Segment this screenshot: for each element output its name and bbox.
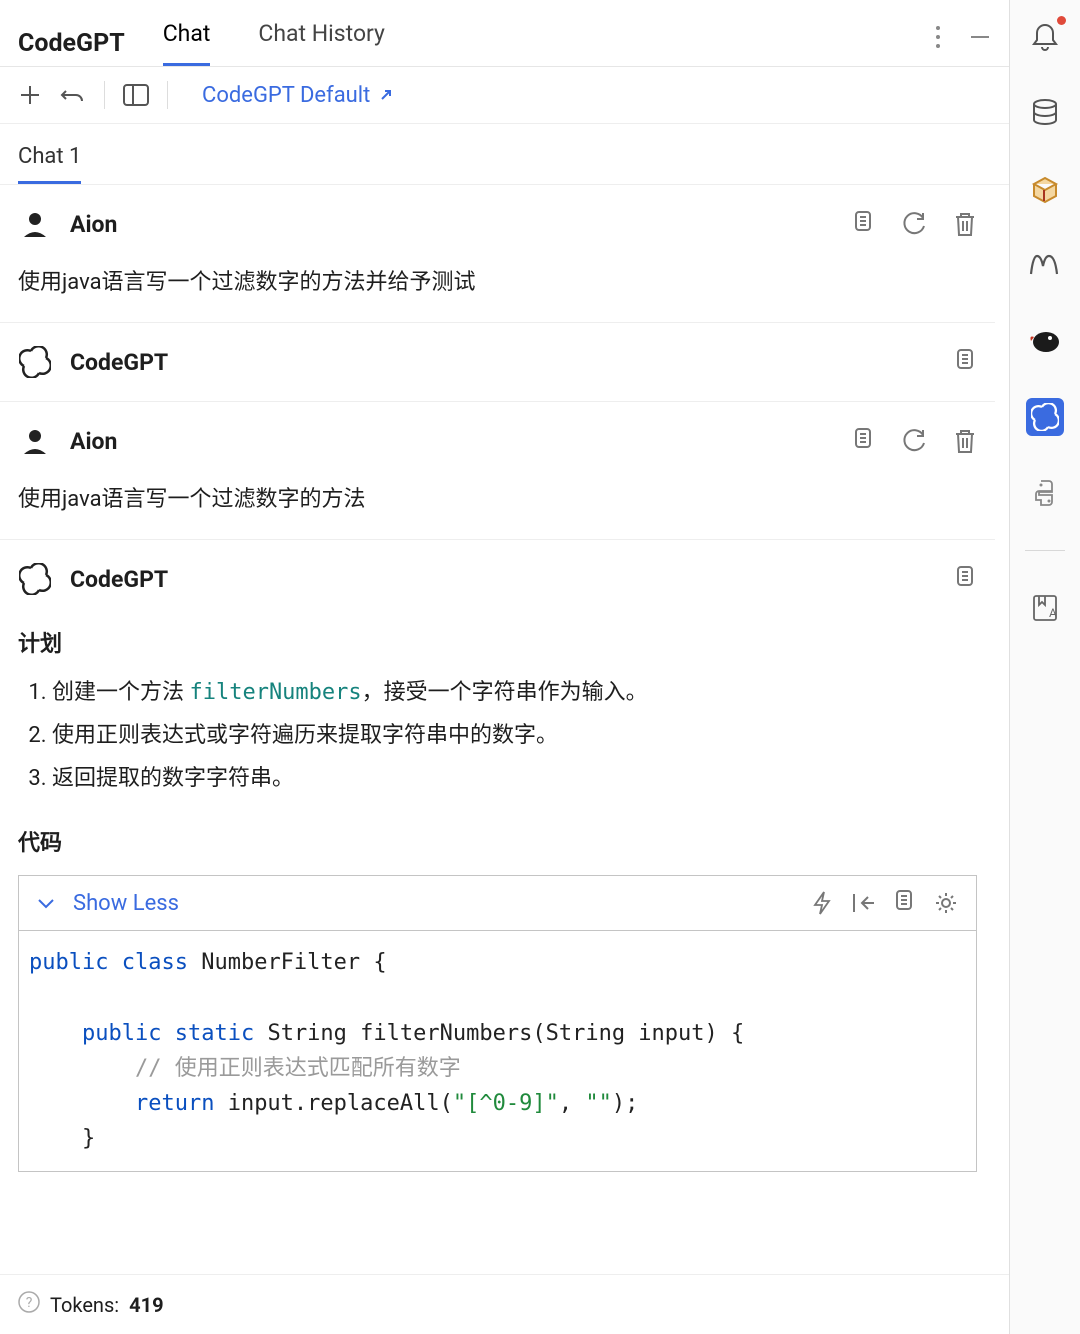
delete-icon[interactable] — [953, 211, 977, 237]
notifications-icon[interactable] — [1026, 18, 1064, 56]
assistant-avatar-icon — [18, 345, 52, 379]
message-text: 使用java语言写一个过滤数字的方法 — [18, 482, 977, 517]
message-author: CodeGPT — [70, 349, 935, 376]
user-message: Aion 使用java语言写一个过滤数字的方法并给予测试 — [0, 185, 995, 323]
toolbar: CodeGPT Default — [0, 67, 1009, 124]
copy-icon[interactable] — [953, 349, 977, 375]
user-avatar-icon — [18, 207, 52, 241]
main-panel: CodeGPT Chat Chat History CodeGPT Defaul — [0, 0, 1010, 1334]
external-link-icon — [378, 87, 394, 103]
code-toolbar: Show Less — [19, 876, 976, 931]
box-icon[interactable] — [1026, 170, 1064, 208]
svg-text:A: A — [1049, 606, 1057, 620]
copy-code-icon[interactable] — [892, 890, 916, 916]
bookmark-icon[interactable]: A — [1026, 589, 1064, 627]
tokens-label: Tokens: — [50, 1293, 119, 1317]
token-footer: ? Tokens: 419 — [0, 1274, 1009, 1334]
new-chat-icon[interactable] — [18, 83, 42, 107]
top-header: CodeGPT Chat Chat History — [0, 0, 1009, 67]
assistant-message: CodeGPT — [0, 323, 995, 402]
code-heading: 代码 — [18, 825, 977, 857]
bolt-icon[interactable] — [812, 891, 832, 915]
list-item: 创建一个方法 filterNumbers，接受一个字符串作为输入。 — [52, 676, 977, 709]
m-icon[interactable] — [1026, 246, 1064, 284]
list-item: 返回提取的数字字符串。 — [52, 762, 977, 795]
top-tabs: Chat Chat History — [163, 20, 935, 66]
panel-icon[interactable] — [123, 84, 149, 106]
minimize-icon[interactable] — [969, 26, 991, 48]
tab-chat[interactable]: Chat — [163, 20, 211, 66]
message-text: 使用java语言写一个过滤数字的方法并给予测试 — [18, 265, 977, 300]
regenerate-icon[interactable] — [901, 428, 927, 454]
regenerate-icon[interactable] — [901, 211, 927, 237]
code-content: public class NumberFilter { public stati… — [19, 931, 976, 1170]
copy-icon[interactable] — [851, 211, 875, 237]
chat-tabs: Chat 1 — [0, 124, 1009, 185]
delete-icon[interactable] — [953, 428, 977, 454]
assistant-avatar-icon — [18, 562, 52, 596]
insert-left-icon[interactable] — [850, 892, 874, 914]
help-icon[interactable]: ? — [18, 1291, 40, 1318]
user-message: Aion 使用java语言写一个过滤数字的方法 — [0, 402, 995, 540]
undo-icon[interactable] — [60, 83, 86, 107]
chat-tab-1[interactable]: Chat 1 — [18, 144, 81, 184]
message-author: Aion — [70, 211, 833, 238]
svg-text:?: ? — [26, 1295, 33, 1311]
show-less-toggle[interactable]: Show Less — [73, 891, 179, 916]
python-icon[interactable] — [1026, 474, 1064, 512]
list-item: 使用正则表达式或字符遍历来提取字符串中的数字。 — [52, 719, 977, 752]
codegpt-tool-icon[interactable] — [1026, 398, 1064, 436]
user-avatar-icon — [18, 424, 52, 458]
assistant-message: CodeGPT 计划 创建一个方法 filterNumbers，接受一个字符串作… — [0, 540, 995, 1193]
copy-icon[interactable] — [953, 566, 977, 592]
tokens-value: 419 — [129, 1293, 163, 1317]
code-block: Show Less public class NumberFil — [18, 875, 977, 1171]
database-icon[interactable] — [1026, 94, 1064, 132]
copy-icon[interactable] — [851, 428, 875, 454]
message-list: Aion 使用java语言写一个过滤数字的方法并给予测试 — [0, 185, 1009, 1274]
more-icon[interactable] — [935, 25, 941, 49]
chevron-down-icon[interactable] — [37, 896, 55, 910]
message-author: CodeGPT — [70, 566, 935, 593]
gear-icon[interactable] — [934, 891, 958, 915]
model-selector[interactable]: CodeGPT Default — [202, 83, 394, 108]
message-author: Aion — [70, 428, 833, 455]
plan-heading: 计划 — [18, 626, 977, 658]
tab-chat-history[interactable]: Chat History — [258, 20, 385, 66]
right-sidebar: A — [1010, 0, 1080, 1334]
bird-icon[interactable] — [1026, 322, 1064, 360]
plan-list: 创建一个方法 filterNumbers，接受一个字符串作为输入。 使用正则表达… — [18, 676, 977, 795]
app-title: CodeGPT — [18, 29, 125, 58]
